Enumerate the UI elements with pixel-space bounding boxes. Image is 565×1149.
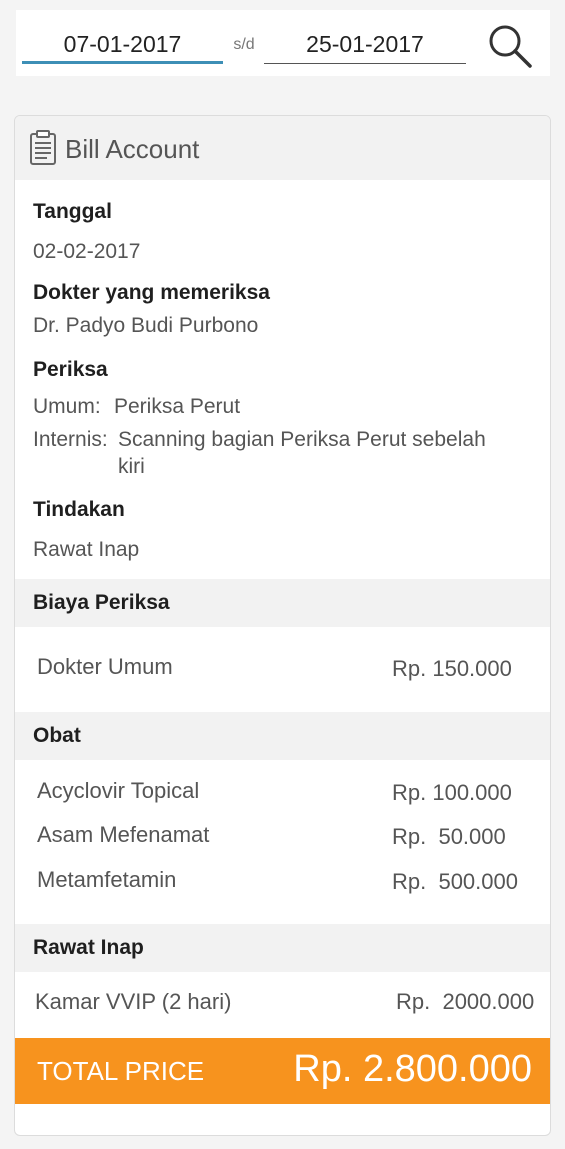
periksa-internis-value: Scanning bagian Periksa Perut sebelah xyxy=(118,428,486,451)
dokter-value: Dr. Padyo Budi Purbono xyxy=(33,314,259,337)
date-filter-bar: 07-01-2017 s/d 25-01-2017 xyxy=(16,10,550,76)
section-title: Biaya Periksa xyxy=(33,591,170,614)
tindakan-value: Rawat Inap xyxy=(33,538,140,561)
search-icon xyxy=(489,25,532,68)
periksa-umum-key: Umum: xyxy=(33,395,101,418)
card-header: Bill Account xyxy=(15,116,550,180)
list-item-price: Rp. 100.000 xyxy=(392,780,512,805)
search-button[interactable] xyxy=(486,22,534,70)
section-rawat-inap: Rawat Inap xyxy=(15,924,550,972)
bill-account-card: Bill Account Tanggal 02-02-2017 Dokter y… xyxy=(14,115,551,1136)
list-item-name: Acyclovir Topical xyxy=(37,778,200,803)
list-item-name: Metamfetamin xyxy=(37,867,177,892)
list-item-price: Rp. 500.000 xyxy=(392,869,518,894)
section-title: Rawat Inap xyxy=(33,936,144,959)
date-from-input[interactable]: 07-01-2017 xyxy=(22,24,223,64)
card-title: Bill Account xyxy=(65,134,200,164)
list-item-price: Rp. 50.000 xyxy=(392,824,506,849)
list-item-price: Rp. 150.000 xyxy=(392,656,512,681)
section-obat: Obat xyxy=(15,712,550,760)
list-item-price: Rp. 2000.000 xyxy=(396,989,535,1014)
tanggal-value: 02-02-2017 xyxy=(33,240,141,263)
dokter-label: Dokter yang memeriksa xyxy=(33,281,270,304)
list-item-name: Kamar VVIP (2 hari) xyxy=(35,989,232,1014)
periksa-umum-value: Periksa Perut xyxy=(114,395,241,418)
tanggal-label: Tanggal xyxy=(33,200,112,223)
periksa-internis-key: Internis: xyxy=(33,428,108,451)
periksa-label: Periksa xyxy=(33,358,108,381)
periksa-internis-value-cont: kiri xyxy=(118,455,145,478)
list-item-name: Asam Mefenamat xyxy=(37,822,210,847)
section-biaya-periksa: Biaya Periksa xyxy=(15,579,550,627)
tindakan-label: Tindakan xyxy=(33,498,125,521)
section-title: Obat xyxy=(33,724,81,747)
total-value: Rp. 2.800.000 xyxy=(293,1048,532,1090)
clipboard-icon xyxy=(29,130,57,166)
total-price-bar: TOTAL PRICE Rp. 2.800.000 xyxy=(15,1038,550,1104)
list-item-name: Dokter Umum xyxy=(37,654,173,679)
date-to-input[interactable]: 25-01-2017 xyxy=(264,24,466,64)
total-label: TOTAL PRICE xyxy=(37,1056,205,1086)
date-separator: s/d xyxy=(233,36,255,53)
